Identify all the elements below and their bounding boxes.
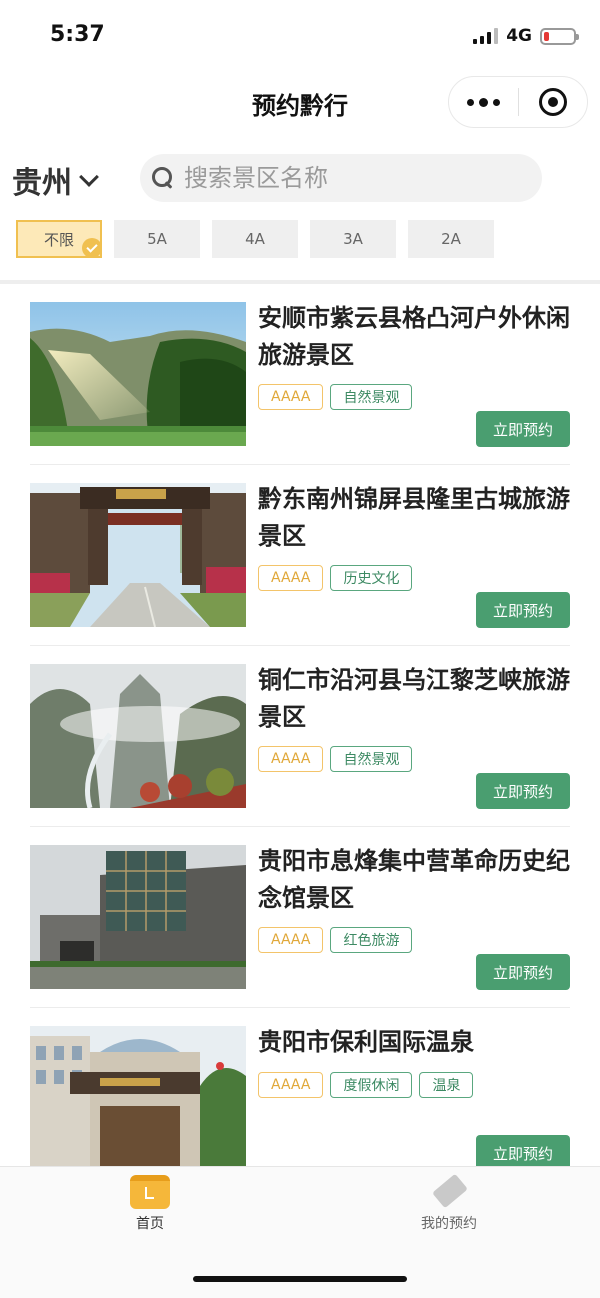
scenic-photo [30, 664, 246, 808]
book-now-button[interactable]: 立即预约 [476, 592, 570, 628]
filter-chip-5a[interactable]: 5A [114, 220, 200, 258]
river-gorge-photo [30, 664, 246, 808]
scenic-photo [30, 845, 246, 989]
filter-chip-2a[interactable]: 2A [408, 220, 494, 258]
list-item[interactable]: 铜仁市沿河县乌江黎芝峡旅游景区 AAAA 自然景观 立即预约 [30, 646, 570, 827]
filter-label: 3A [343, 230, 363, 248]
tab-label: 我的预约 [421, 1216, 477, 1232]
ticket-icon [429, 1175, 469, 1209]
scenic-title: 黔东南州锦屏县隆里古城旅游景区 [258, 485, 570, 550]
book-now-button[interactable]: 立即预约 [476, 954, 570, 990]
mini-program-capsule [448, 76, 588, 128]
book-now-button[interactable]: 立即预约 [476, 1135, 570, 1166]
filter-label: 2A [441, 230, 461, 248]
filter-label: 4A [245, 230, 265, 248]
level-tag: AAAA [258, 927, 324, 953]
city-selector[interactable]: 贵州 [12, 158, 99, 202]
scenic-title: 贵阳市保利国际温泉 [258, 1028, 474, 1056]
more-dots-icon[interactable] [449, 77, 518, 127]
category-tag: 红色旅游 [330, 927, 413, 953]
ancient-town-gate-photo [30, 483, 246, 627]
level-tag: AAAA [258, 746, 324, 772]
filter-chip-4a[interactable]: 4A [212, 220, 298, 258]
nav-bar: 预约黔行 [0, 72, 600, 134]
list-item[interactable]: 贵阳市保利国际温泉 AAAA 度假休闲 温泉 立即预约 [30, 1008, 570, 1166]
search-input[interactable] [184, 164, 542, 192]
tag-group: AAAA 红色旅游 [258, 927, 413, 953]
scenic-spot-list: 安顺市紫云县格凸河户外休闲旅游景区 AAAA 自然景观 立即预约 黔东南州锦屏县… [0, 284, 600, 1166]
signal-icon [473, 28, 499, 44]
home-indicator [193, 1276, 407, 1282]
scenic-photo [30, 1026, 246, 1166]
category-tag: 自然景观 [330, 746, 413, 772]
hot-spring-hotel-photo [30, 1026, 246, 1166]
calendar-icon [130, 1175, 170, 1209]
filter-label: 5A [147, 230, 167, 248]
network-label: 4G [506, 26, 532, 46]
status-bar: 5:37 4G [0, 0, 600, 72]
list-item[interactable]: 黔东南州锦屏县隆里古城旅游景区 AAAA 历史文化 立即预约 [30, 465, 570, 646]
level-tag: AAAA [258, 565, 324, 591]
tag-group: AAAA 历史文化 [258, 565, 413, 591]
category-tag: 温泉 [419, 1072, 474, 1098]
status-indicators: 4G [473, 26, 579, 46]
level-tag: AAAA [258, 384, 324, 410]
level-tag: AAAA [258, 1072, 324, 1098]
status-time: 5:37 [50, 22, 105, 47]
chevron-down-icon [79, 167, 99, 187]
search-icon [152, 167, 174, 189]
book-now-button[interactable]: 立即预约 [476, 411, 570, 447]
book-now-button[interactable]: 立即预约 [476, 773, 570, 809]
list-item[interactable]: 贵阳市息烽集中营革命历史纪念馆景区 AAAA 红色旅游 立即预约 [30, 827, 570, 1008]
tab-home[interactable]: 首页 [90, 1175, 210, 1233]
category-tag: 历史文化 [330, 565, 413, 591]
scenic-title: 安顺市紫云县格凸河户外休闲旅游景区 [258, 304, 570, 369]
list-item[interactable]: 安顺市紫云县格凸河户外休闲旅游景区 AAAA 自然景观 立即预约 [30, 284, 570, 465]
tab-my-bookings[interactable]: 我的预约 [389, 1175, 509, 1233]
filter-label: 不限 [43, 230, 74, 249]
tag-group: AAAA 自然景观 [258, 746, 413, 772]
battery-icon [540, 27, 579, 45]
canyon-waterfall-photo [30, 302, 246, 446]
level-filter-row: 不限 5A 4A 3A 2A [16, 220, 494, 258]
search-row: 贵州 [0, 148, 600, 208]
category-tag: 度假休闲 [330, 1072, 413, 1098]
filter-chip-all[interactable]: 不限 [16, 220, 102, 258]
tag-group: AAAA 度假休闲 温泉 [258, 1072, 474, 1098]
check-icon [82, 238, 102, 258]
scenic-photo [30, 483, 246, 627]
tab-label: 首页 [136, 1216, 164, 1232]
scenic-title: 铜仁市沿河县乌江黎芝峡旅游景区 [258, 666, 570, 731]
tag-group: AAAA 自然景观 [258, 384, 413, 410]
close-target-icon[interactable] [519, 77, 588, 127]
memorial-hall-photo [30, 845, 246, 989]
city-name: 贵州 [12, 166, 72, 201]
scenic-title: 贵阳市息烽集中营革命历史纪念馆景区 [258, 847, 570, 912]
category-tag: 自然景观 [330, 384, 413, 410]
filter-chip-3a[interactable]: 3A [310, 220, 396, 258]
search-box[interactable] [140, 154, 542, 202]
scenic-photo [30, 302, 246, 446]
